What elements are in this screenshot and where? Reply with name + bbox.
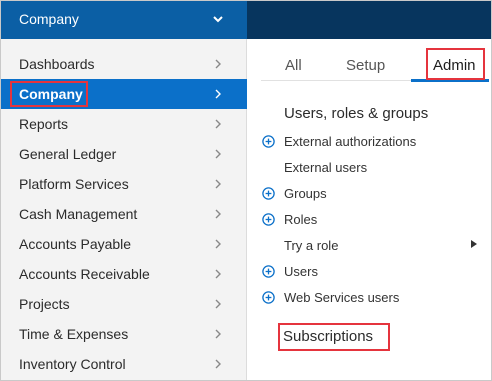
chevron-right-icon [215, 119, 221, 129]
chevron-right-icon [215, 89, 221, 99]
sidebar-item-projects[interactable]: Projects [1, 289, 247, 319]
tab-divider [261, 80, 411, 81]
link-external-users[interactable]: External users [284, 160, 367, 175]
sidebar-item-label: Cash Management [19, 206, 138, 222]
tab-all[interactable]: All [285, 57, 302, 74]
link-groups[interactable]: Groups [284, 186, 327, 201]
chevron-right-icon [215, 179, 221, 189]
app-window: Company Dashboards Company Reports Gener… [0, 0, 492, 381]
chevron-right-icon [215, 59, 221, 69]
plus-circle-icon[interactable] [262, 187, 275, 200]
highlight-company [10, 81, 88, 107]
sidebar-item-time-expenses[interactable]: Time & Expenses [1, 319, 247, 349]
sidebar-item-label: General Ledger [19, 146, 117, 162]
highlight-subscriptions [278, 323, 390, 351]
chevron-down-icon [213, 16, 223, 23]
chevron-right-icon [215, 209, 221, 219]
chevron-right-icon [215, 239, 221, 249]
sidebar-item-label: Dashboards [19, 56, 95, 72]
chevron-right-icon [215, 359, 221, 369]
chevron-right-icon [215, 149, 221, 159]
plus-circle-icon[interactable] [262, 291, 275, 304]
chevron-right-icon [215, 329, 221, 339]
sidebar-item-cash-management[interactable]: Cash Management [1, 199, 247, 229]
sidebar-item-label: Platform Services [19, 176, 129, 192]
top-bar-dark [247, 1, 491, 39]
link-web-services-users[interactable]: Web Services users [284, 290, 399, 305]
sidebar-item-inventory-control[interactable]: Inventory Control [1, 349, 247, 379]
chevron-right-icon [215, 269, 221, 279]
sidebar-item-label: Reports [19, 116, 69, 132]
sidebar-item-platform-services[interactable]: Platform Services [1, 169, 247, 199]
plus-circle-icon[interactable] [262, 213, 275, 226]
plus-circle-icon[interactable] [262, 135, 275, 148]
highlight-admin [426, 48, 485, 80]
chevron-right-icon [215, 299, 221, 309]
sidebar-item-label: Inventory Control [19, 356, 126, 372]
link-users[interactable]: Users [284, 264, 318, 279]
sidebar-item-label: Time & Expenses [19, 326, 129, 342]
section-title: Users, roles & groups [284, 105, 429, 122]
caret-right-icon [471, 240, 477, 248]
sidebar-item-label: Accounts Receivable [19, 266, 150, 282]
link-external-authorizations[interactable]: External authorizations [284, 134, 416, 149]
plus-circle-icon[interactable] [262, 265, 275, 278]
sidebar-item-label: Projects [19, 296, 70, 312]
sidebar-item-general-ledger[interactable]: General Ledger [1, 139, 247, 169]
sidebar-item-accounts-payable[interactable]: Accounts Payable [1, 229, 247, 259]
link-roles[interactable]: Roles [284, 212, 317, 227]
sidebar-item-dashboards[interactable]: Dashboards [1, 49, 247, 79]
link-try-a-role[interactable]: Try a role [284, 238, 338, 253]
module-title: Company [19, 11, 79, 27]
tab-setup[interactable]: Setup [346, 57, 385, 74]
sidebar-item-reports[interactable]: Reports [1, 109, 247, 139]
sidebar-item-label: Accounts Payable [19, 236, 132, 252]
module-selector[interactable]: Company [1, 1, 247, 39]
sidebar-item-accounts-receivable[interactable]: Accounts Receivable [1, 259, 247, 289]
